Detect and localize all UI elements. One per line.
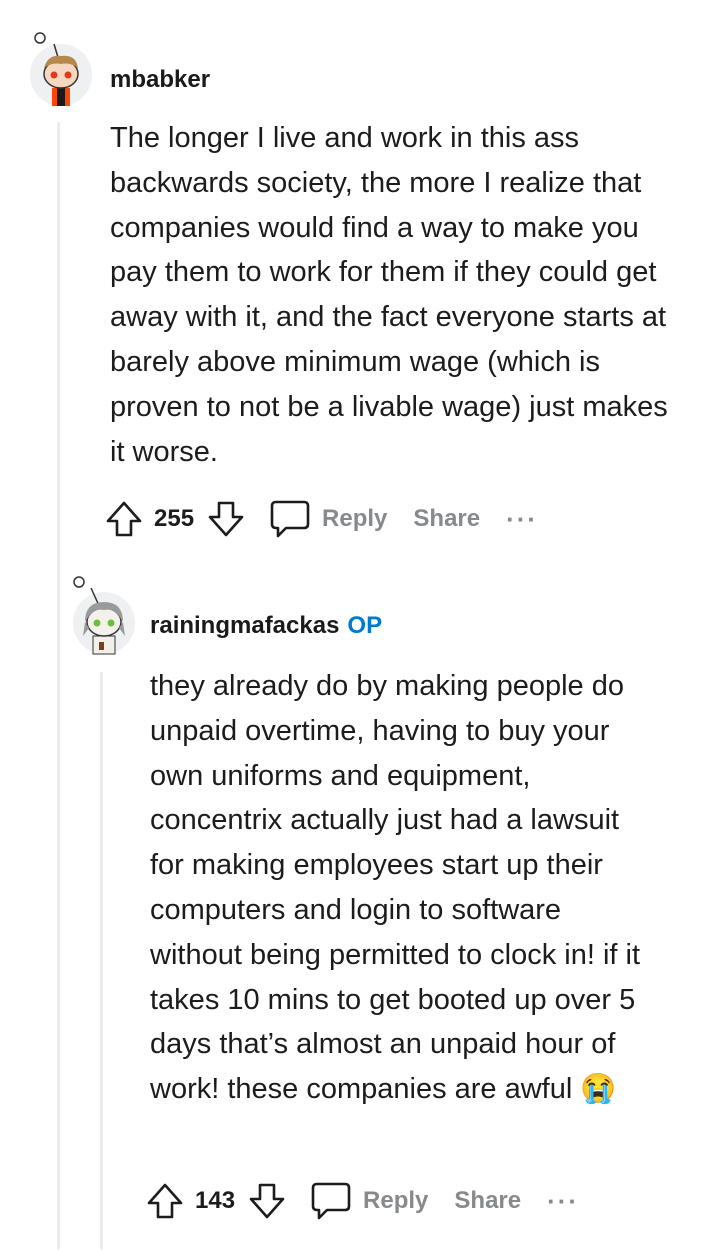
username-link[interactable]: rainingmafackas <box>150 612 339 639</box>
reply-button[interactable]: Reply <box>322 505 387 533</box>
snoo-avatar-icon <box>30 32 92 106</box>
downvote-button[interactable] <box>247 1181 287 1221</box>
vote-score: 255 <box>154 505 195 532</box>
op-badge: OP <box>347 612 383 639</box>
comment-bubble-icon <box>311 1182 351 1220</box>
more-options-button[interactable]: ··· <box>547 1186 579 1217</box>
upvote-button[interactable] <box>104 499 144 539</box>
comment-username: rainingmafackas OP <box>150 612 382 640</box>
upvote-button[interactable] <box>145 1181 185 1221</box>
comment-action-bar: 143 Reply Share ··· <box>145 1176 579 1226</box>
snoo-avatar-icon <box>73 576 135 655</box>
reply-button[interactable]: Reply <box>363 1187 428 1215</box>
upvote-icon <box>106 501 142 537</box>
downvote-icon <box>249 1183 285 1219</box>
share-button[interactable]: Share <box>454 1187 521 1215</box>
thread-line-reply[interactable] <box>100 672 103 1250</box>
comment-username[interactable]: mbabker <box>110 66 210 94</box>
comment-action-bar: 255 Reply Share ··· <box>104 494 538 544</box>
avatar[interactable] <box>73 576 135 655</box>
avatar[interactable] <box>30 32 92 106</box>
comment-bubble-icon <box>270 500 310 538</box>
downvote-icon <box>208 501 244 537</box>
more-options-button[interactable]: ··· <box>506 504 538 535</box>
upvote-icon <box>147 1183 183 1219</box>
reply-icon-button[interactable] <box>309 1180 353 1222</box>
comment-body: they already do by making people do unpa… <box>150 670 641 1106</box>
thread-line-root[interactable] <box>57 122 60 1250</box>
share-button[interactable]: Share <box>413 505 480 533</box>
vote-score: 143 <box>195 1187 236 1214</box>
comment-body: The longer I live and work in this ass b… <box>110 122 668 468</box>
downvote-button[interactable] <box>206 499 246 539</box>
reply-icon-button[interactable] <box>268 498 312 540</box>
